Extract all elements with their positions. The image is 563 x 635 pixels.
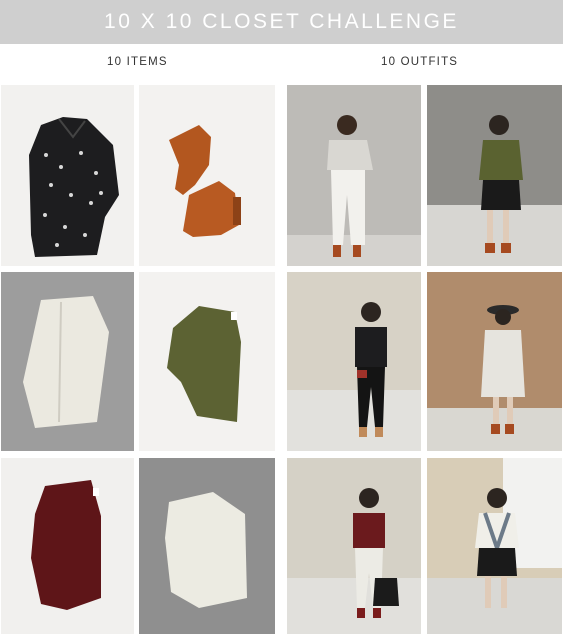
outfit-photo-3[interactable]: [287, 272, 421, 451]
items-column-label: 10 ITEMS: [107, 56, 168, 68]
item-photo-cream-top[interactable]: [139, 458, 275, 634]
person-icon: [287, 272, 421, 451]
sweater-icon: [1, 458, 134, 634]
outfit-photo-4[interactable]: [427, 272, 562, 451]
outfit-photo-1[interactable]: [287, 85, 421, 266]
person-icon: [427, 85, 562, 266]
person-icon: [427, 272, 562, 451]
boot-icon: [139, 85, 275, 266]
shirt-icon: [1, 85, 134, 266]
title-banner: 10 X 10 CLOSET CHALLENGE: [0, 0, 563, 44]
person-icon: [287, 85, 421, 266]
item-photo-tan-ankle-boots[interactable]: [139, 85, 275, 266]
outfits-column-label: 10 OUTFITS: [381, 56, 459, 68]
outfit-photo-6[interactable]: [427, 458, 562, 634]
outfit-photo-2[interactable]: [427, 85, 562, 266]
item-photo-burgundy-sweater[interactable]: [1, 458, 134, 634]
item-photo-black-print-shirt[interactable]: [1, 85, 134, 266]
item-photo-white-trousers[interactable]: [1, 272, 134, 451]
person-icon: [427, 458, 562, 634]
top-icon: [139, 458, 275, 634]
top-icon: [139, 272, 275, 451]
pants-icon: [1, 272, 134, 451]
page-title: 10 X 10 CLOSET CHALLENGE: [104, 10, 459, 33]
item-photo-olive-top[interactable]: [139, 272, 275, 451]
person-icon: [287, 458, 421, 634]
outfit-photo-5[interactable]: [287, 458, 421, 634]
